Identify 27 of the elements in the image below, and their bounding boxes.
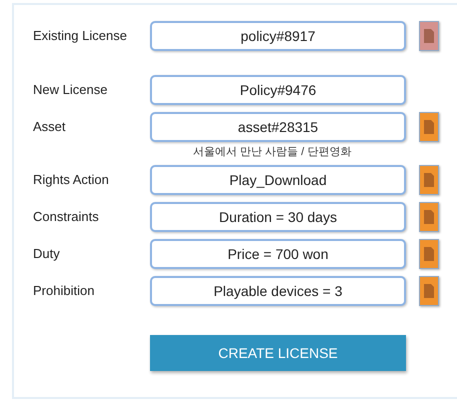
- document-icon: [424, 120, 434, 134]
- field-label: Rights Action: [33, 171, 110, 190]
- asset-description: 서울에서 만난 사람들 / 단편영화: [193, 145, 352, 160]
- input-field[interactable]: Duration = 30 days: [150, 202, 406, 232]
- field-label: Existing License: [33, 27, 128, 46]
- document-icon: [424, 173, 434, 187]
- input-field[interactable]: policy#8917: [150, 21, 406, 51]
- document-icon: [424, 247, 434, 261]
- file-button[interactable]: [419, 165, 439, 195]
- file-button[interactable]: [419, 202, 439, 232]
- document-icon: [424, 29, 434, 43]
- file-button[interactable]: [419, 112, 439, 142]
- field-label: Asset: [33, 118, 67, 136]
- file-button[interactable]: [419, 239, 439, 269]
- field-label: Duty: [33, 245, 61, 264]
- document-icon: [424, 284, 434, 298]
- document-icon: [424, 210, 434, 224]
- input-field[interactable]: Play_Download: [150, 165, 406, 195]
- file-button[interactable]: [419, 276, 439, 306]
- input-field[interactable]: Playable devices = 3: [150, 276, 406, 306]
- file-button[interactable]: [419, 21, 439, 51]
- input-field[interactable]: Policy#9476: [150, 75, 406, 105]
- input-field[interactable]: Price = 700 won: [150, 239, 406, 269]
- field-label: New License: [33, 81, 108, 100]
- input-field[interactable]: asset#28315: [150, 112, 406, 142]
- field-label: Constraints: [33, 208, 100, 226]
- field-label: Prohibition: [33, 282, 96, 300]
